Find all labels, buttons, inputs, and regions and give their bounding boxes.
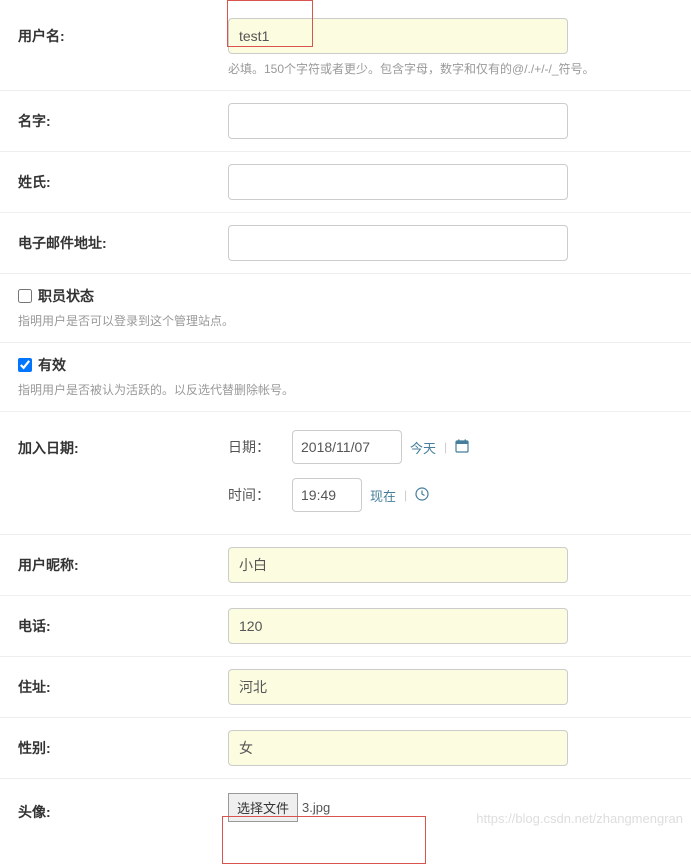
separator: | bbox=[404, 488, 407, 502]
separator: | bbox=[444, 440, 447, 454]
label-email: 电子邮件地址: bbox=[18, 225, 228, 253]
row-address: 住址: bbox=[0, 657, 691, 718]
checkbox-active[interactable] bbox=[18, 358, 32, 372]
row-email: 电子邮件地址: bbox=[0, 213, 691, 274]
row-avatar: 头像: 选择文件 3.jpg bbox=[0, 779, 691, 830]
input-email[interactable] bbox=[228, 225, 568, 261]
clock-icon[interactable] bbox=[415, 487, 429, 504]
help-staff-status: 指明用户是否可以登录到这个管理站点。 bbox=[18, 312, 673, 330]
input-gender[interactable] bbox=[228, 730, 568, 766]
row-last-name: 姓氏: bbox=[0, 152, 691, 213]
label-phone: 电话: bbox=[18, 608, 228, 636]
row-nickname: 用户昵称: bbox=[0, 535, 691, 596]
label-username: 用户名: bbox=[18, 18, 228, 46]
help-username: 必填。150个字符或者更少。包含字母，数字和仅有的@/./+/-/_符号。 bbox=[228, 60, 673, 78]
label-first-name: 名字: bbox=[18, 103, 228, 131]
input-phone[interactable] bbox=[228, 608, 568, 644]
label-gender: 性别: bbox=[18, 730, 228, 758]
input-time[interactable] bbox=[292, 478, 362, 512]
checkbox-staff-status[interactable] bbox=[18, 289, 32, 303]
input-username[interactable] bbox=[228, 18, 568, 54]
label-active: 有效 bbox=[38, 355, 66, 375]
row-active: 有效 指明用户是否被认为活跃的。以反选代替删除帐号。 bbox=[0, 343, 691, 412]
checkbox-active-label[interactable]: 有效 bbox=[18, 355, 673, 375]
label-nickname: 用户昵称: bbox=[18, 547, 228, 575]
help-active: 指明用户是否被认为活跃的。以反选代替删除帐号。 bbox=[18, 381, 673, 399]
row-date-joined: 加入日期: 日期： 今天 | 时间： 现在 | bbox=[0, 412, 691, 535]
row-phone: 电话: bbox=[0, 596, 691, 657]
row-staff-status: 职员状态 指明用户是否可以登录到这个管理站点。 bbox=[0, 274, 691, 343]
input-first-name[interactable] bbox=[228, 103, 568, 139]
label-staff-status: 职员状态 bbox=[38, 286, 94, 306]
label-avatar: 头像: bbox=[18, 794, 228, 822]
sublabel-time: 时间： bbox=[228, 485, 284, 505]
input-nickname[interactable] bbox=[228, 547, 568, 583]
input-address[interactable] bbox=[228, 669, 568, 705]
row-first-name: 名字: bbox=[0, 91, 691, 152]
input-date[interactable] bbox=[292, 430, 402, 464]
link-today[interactable]: 今天 bbox=[410, 438, 436, 457]
file-name-text: 3.jpg bbox=[302, 800, 330, 815]
calendar-icon[interactable] bbox=[455, 439, 469, 456]
row-username: 用户名: 必填。150个字符或者更少。包含字母，数字和仅有的@/./+/-/_符… bbox=[0, 6, 691, 91]
checkbox-staff-status-label[interactable]: 职员状态 bbox=[18, 286, 673, 306]
label-last-name: 姓氏: bbox=[18, 164, 228, 192]
sublabel-date: 日期： bbox=[228, 437, 284, 457]
label-date-joined: 加入日期: bbox=[18, 430, 228, 458]
label-address: 住址: bbox=[18, 669, 228, 697]
row-gender: 性别: bbox=[0, 718, 691, 779]
link-now[interactable]: 现在 bbox=[370, 486, 396, 505]
file-select-button[interactable]: 选择文件 bbox=[228, 793, 298, 822]
input-last-name[interactable] bbox=[228, 164, 568, 200]
